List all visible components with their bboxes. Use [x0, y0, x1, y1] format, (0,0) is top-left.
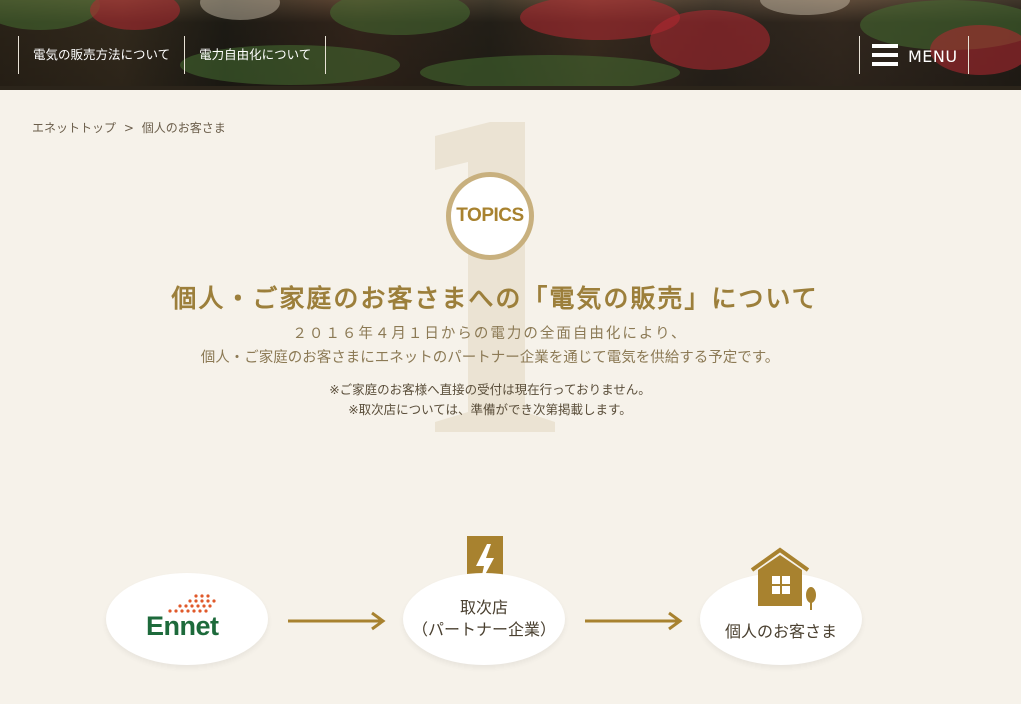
banner-foliage — [330, 0, 470, 35]
customer-label: 個人のお客さま — [724, 622, 837, 641]
header-nav: 電気の販売方法について 電力自由化について — [18, 36, 327, 74]
arrow-right-icon — [585, 611, 683, 631]
house-icon — [750, 547, 816, 610]
header-bottom-border — [0, 86, 1021, 90]
nav-item-sales-method[interactable]: 電気の販売方法について — [18, 36, 184, 74]
banner-foliage — [650, 10, 770, 70]
banner-foliage — [90, 0, 180, 30]
breadcrumb-separator: > — [123, 121, 134, 135]
arrow-right-icon — [288, 611, 386, 631]
breadcrumb: エネットトップ > 個人のお客さま — [32, 119, 226, 136]
hamburger-icon — [872, 44, 898, 66]
agent-label: 取次店 — [459, 598, 508, 617]
nav-item-liberalization[interactable]: 電力自由化について — [184, 36, 327, 74]
banner-foliage — [420, 55, 680, 90]
menu-button[interactable]: MENU — [859, 36, 969, 74]
menu-label: MENU — [908, 47, 958, 66]
notes: ※ご家庭のお客様へ直接の受付は現在行っておりません。 ※取次店については、準備が… — [0, 380, 980, 420]
agent-sublabel: （パートナー企業） — [411, 620, 556, 639]
banner-foliage — [0, 0, 100, 30]
banner-foliage — [760, 0, 850, 15]
header-banner: 電気の販売方法について 電力自由化について MENU — [0, 0, 1021, 90]
lead-text: ２０１６年４月１日からの電力の全面自由化により、 個人・ご家庭のお客さまにエネッ… — [0, 322, 980, 370]
flow-node-agent: 取次店 （パートナー企業） — [403, 573, 565, 665]
note-line: ※取次店については、準備ができ次第掲載します。 — [348, 402, 632, 417]
lead-line: 個人・ご家庭のお客さまにエネットのパートナー企業を通じて電気を供給する予定です。 — [200, 350, 780, 366]
ennet-logo: Ennet — [146, 611, 219, 641]
page-title: 個人・ご家庭のお客さまへの「電気の販売」について — [171, 284, 819, 313]
breadcrumb-current: 個人のお客さま — [141, 121, 226, 135]
breadcrumb-home-link[interactable]: エネットトップ — [32, 121, 116, 135]
note-line: ※ご家庭のお客様へ直接の受付は現在行っておりません。 — [329, 382, 651, 397]
topics-badge: TOPICS — [446, 172, 534, 260]
flow-node-ennet: Ennet — [106, 573, 268, 665]
lead-line: ２０１６年４月１日からの電力の全面自由化により、 — [292, 326, 688, 342]
banner-foliage — [200, 0, 280, 20]
